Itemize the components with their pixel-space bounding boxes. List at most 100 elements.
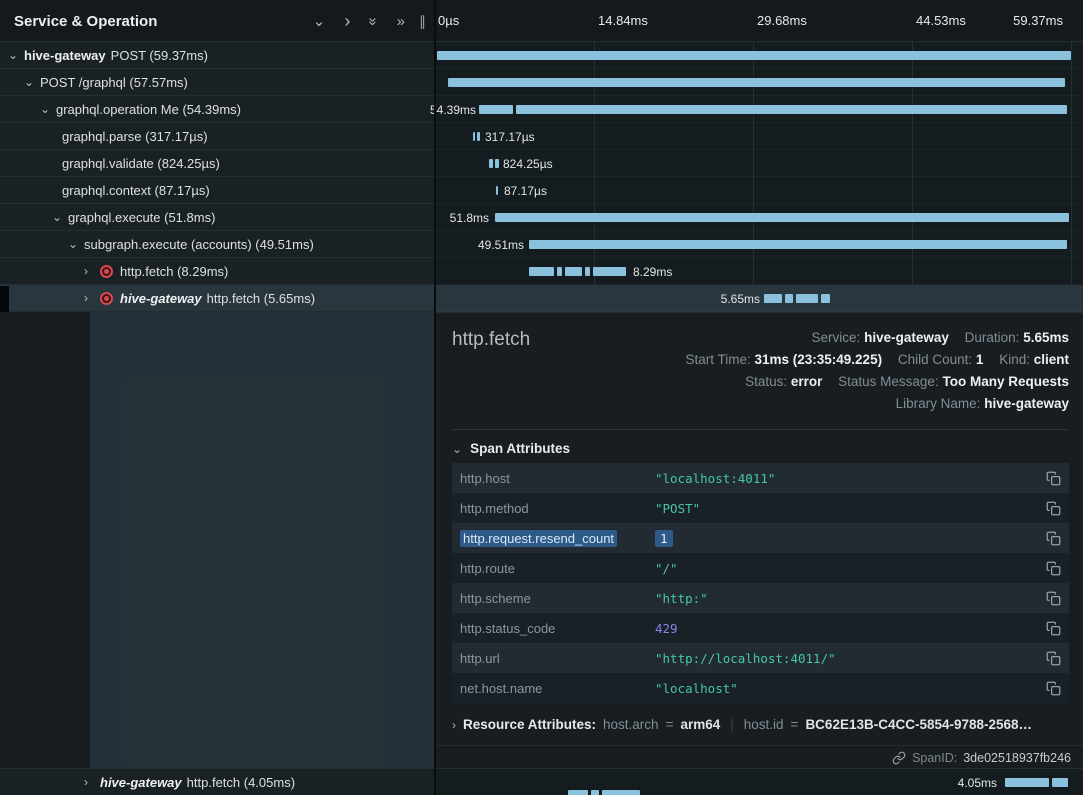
detail-footer: SpanID: 3de02518937fb246 <box>435 745 1083 769</box>
span-label: graphql.validate (824.25µs) <box>62 156 220 171</box>
expand-chevron-icon[interactable]: ⌄ <box>24 75 40 89</box>
span-bar[interactable] <box>1005 778 1068 787</box>
span-bar[interactable] <box>448 78 1065 87</box>
span-label: http.fetch (5.65ms) <box>207 291 315 306</box>
attribute-value: "localhost:4011" <box>655 471 1046 486</box>
span-bar[interactable] <box>473 132 480 141</box>
span-bar[interactable] <box>489 159 499 168</box>
duration-label: 54.39ms <box>430 103 476 117</box>
timeline-row[interactable]: 8.29ms <box>435 258 1083 285</box>
duration-label: 4.05ms <box>958 776 997 790</box>
tree-row[interactable]: ⌄ graphql.operation Me (54.39ms) <box>0 96 435 123</box>
timeline-row[interactable]: 49.51ms <box>435 231 1083 258</box>
span-bar[interactable] <box>496 186 498 195</box>
tree-row[interactable]: graphql.validate (824.25µs) <box>0 150 435 177</box>
header-bar: Service & Operation ⌄ › » » ∥ 0µs 14.84m… <box>0 0 1083 42</box>
span-label: http.fetch (8.29ms) <box>120 264 228 279</box>
tree-row[interactable]: › hive-gateway http.fetch (4.05ms) <box>0 768 435 795</box>
expand-chevron-icon[interactable]: ⌄ <box>52 210 68 224</box>
span-bar[interactable] <box>437 51 1071 60</box>
timeline-row[interactable] <box>435 69 1083 96</box>
meta-value: 31ms (23:35:49.225) <box>754 352 882 367</box>
link-icon[interactable] <box>892 751 906 765</box>
tree-row[interactable]: ⌄ graphql.execute (51.8ms) <box>0 204 435 231</box>
double-chevron-right-icon[interactable]: » <box>397 14 405 29</box>
resource-attributes-toggle[interactable]: › Resource Attributes: host.arch = arm64… <box>452 717 1032 732</box>
tree-row[interactable]: ⌄ POST /graphql (57.57ms) <box>0 69 435 96</box>
meta-label: Status: <box>745 374 787 389</box>
span-bar[interactable] <box>529 267 626 276</box>
attribute-row[interactable]: http.status_code 429 <box>452 613 1069 643</box>
timeline-row[interactable]: 87.17µs <box>435 177 1083 204</box>
selected-subtree-highlight <box>90 312 435 768</box>
timeline-row[interactable]: 824.25µs <box>435 150 1083 177</box>
copy-icon[interactable] <box>1046 501 1061 516</box>
span-attributes-toggle[interactable]: ⌄ Span Attributes <box>452 441 570 456</box>
resource-key: host.id <box>744 717 784 732</box>
attribute-row[interactable]: http.scheme "http:" <box>452 583 1069 613</box>
timeline-row[interactable] <box>435 42 1083 69</box>
attribute-key: http.route <box>460 561 655 576</box>
ruler-tick-label: 29.68ms <box>757 13 807 28</box>
expand-chevron-icon[interactable]: ⌄ <box>68 237 84 251</box>
resource-value: arm64 <box>680 717 720 732</box>
attribute-row[interactable]: http.url "http://localhost:4011/" <box>452 643 1069 673</box>
attribute-row[interactable]: http.method "POST" <box>452 493 1069 523</box>
copy-icon[interactable] <box>1046 561 1061 576</box>
tree-row[interactable]: ⌄ hive-gateway POST (59.37ms) <box>0 42 435 69</box>
duration-label: 317.17µs <box>485 130 535 144</box>
panel-resize-handle[interactable]: ∥ <box>419 13 427 30</box>
chevron-right-icon[interactable]: › <box>344 12 350 30</box>
copy-icon[interactable] <box>1046 531 1061 546</box>
timeline-row[interactable]: 51.8ms <box>435 204 1083 231</box>
timeline-row[interactable]: 54.39ms <box>435 96 1083 123</box>
chevron-right-icon: › <box>452 718 456 732</box>
equals-sign: = <box>666 717 674 732</box>
attribute-row[interactable]: net.host.name "localhost" <box>452 673 1069 703</box>
resource-value: BC62E13B-C4CC-5854-9788-2568… <box>805 717 1032 732</box>
attribute-value: "POST" <box>655 501 1046 516</box>
copy-icon[interactable] <box>1046 591 1061 606</box>
divider <box>452 429 1069 430</box>
span-bar[interactable] <box>529 240 1067 249</box>
attribute-row-selected[interactable]: http.request.resend_count 1 <box>452 523 1069 553</box>
expand-chevron-icon[interactable]: › <box>84 264 100 278</box>
scroll-marker <box>0 286 9 312</box>
expand-chevron-icon[interactable]: ⌄ <box>40 102 56 116</box>
chevron-down-icon[interactable]: ⌄ <box>313 14 326 29</box>
copy-icon[interactable] <box>1046 681 1061 696</box>
meta-value: 1 <box>976 352 984 367</box>
span-bar[interactable] <box>495 213 1069 222</box>
copy-icon[interactable] <box>1046 621 1061 636</box>
span-bar[interactable] <box>764 294 830 303</box>
service-name: hive-gateway <box>100 775 182 790</box>
attribute-key: http.host <box>460 471 655 486</box>
spanid-value: 3de02518937fb246 <box>963 751 1071 765</box>
attribute-value: "localhost" <box>655 681 1046 696</box>
timeline-row[interactable]: 4.05ms <box>435 768 1083 795</box>
expand-chevron-icon[interactable]: › <box>84 775 100 789</box>
attribute-key: http.scheme <box>460 591 655 606</box>
resource-key: host.arch <box>603 717 659 732</box>
expand-chevron-icon[interactable]: › <box>84 291 100 305</box>
meta-value: 5.65ms <box>1023 330 1069 345</box>
tree-row[interactable]: graphql.context (87.17µs) <box>0 177 435 204</box>
attribute-row[interactable]: http.route "/" <box>452 553 1069 583</box>
double-chevron-down-icon[interactable]: » <box>366 17 381 25</box>
tree-row[interactable]: › http.fetch (8.29ms) <box>0 258 435 285</box>
attribute-row[interactable]: http.host "localhost:4011" <box>452 463 1069 493</box>
span-detail-panel: http.fetch Service: hive-gateway Duratio… <box>435 312 1083 768</box>
panel-separator[interactable] <box>434 0 436 795</box>
attribute-table: http.host "localhost:4011" http.method "… <box>452 463 1069 703</box>
timeline-row-selected[interactable]: 5.65ms <box>435 285 1083 312</box>
tree-row[interactable]: graphql.parse (317.17µs) <box>0 123 435 150</box>
copy-icon[interactable] <box>1046 651 1061 666</box>
expand-chevron-icon[interactable]: ⌄ <box>8 48 24 62</box>
meta-label: Status Message: <box>838 374 939 389</box>
copy-icon[interactable] <box>1046 471 1061 486</box>
span-bar[interactable] <box>479 105 1067 114</box>
timeline-row[interactable]: 317.17µs <box>435 123 1083 150</box>
tree-row[interactable]: ⌄ subgraph.execute (accounts) (49.51ms) <box>0 231 435 258</box>
tree-row-selected[interactable]: › hive-gateway http.fetch (5.65ms) <box>0 285 435 312</box>
span-label: graphql.parse (317.17µs) <box>62 129 208 144</box>
